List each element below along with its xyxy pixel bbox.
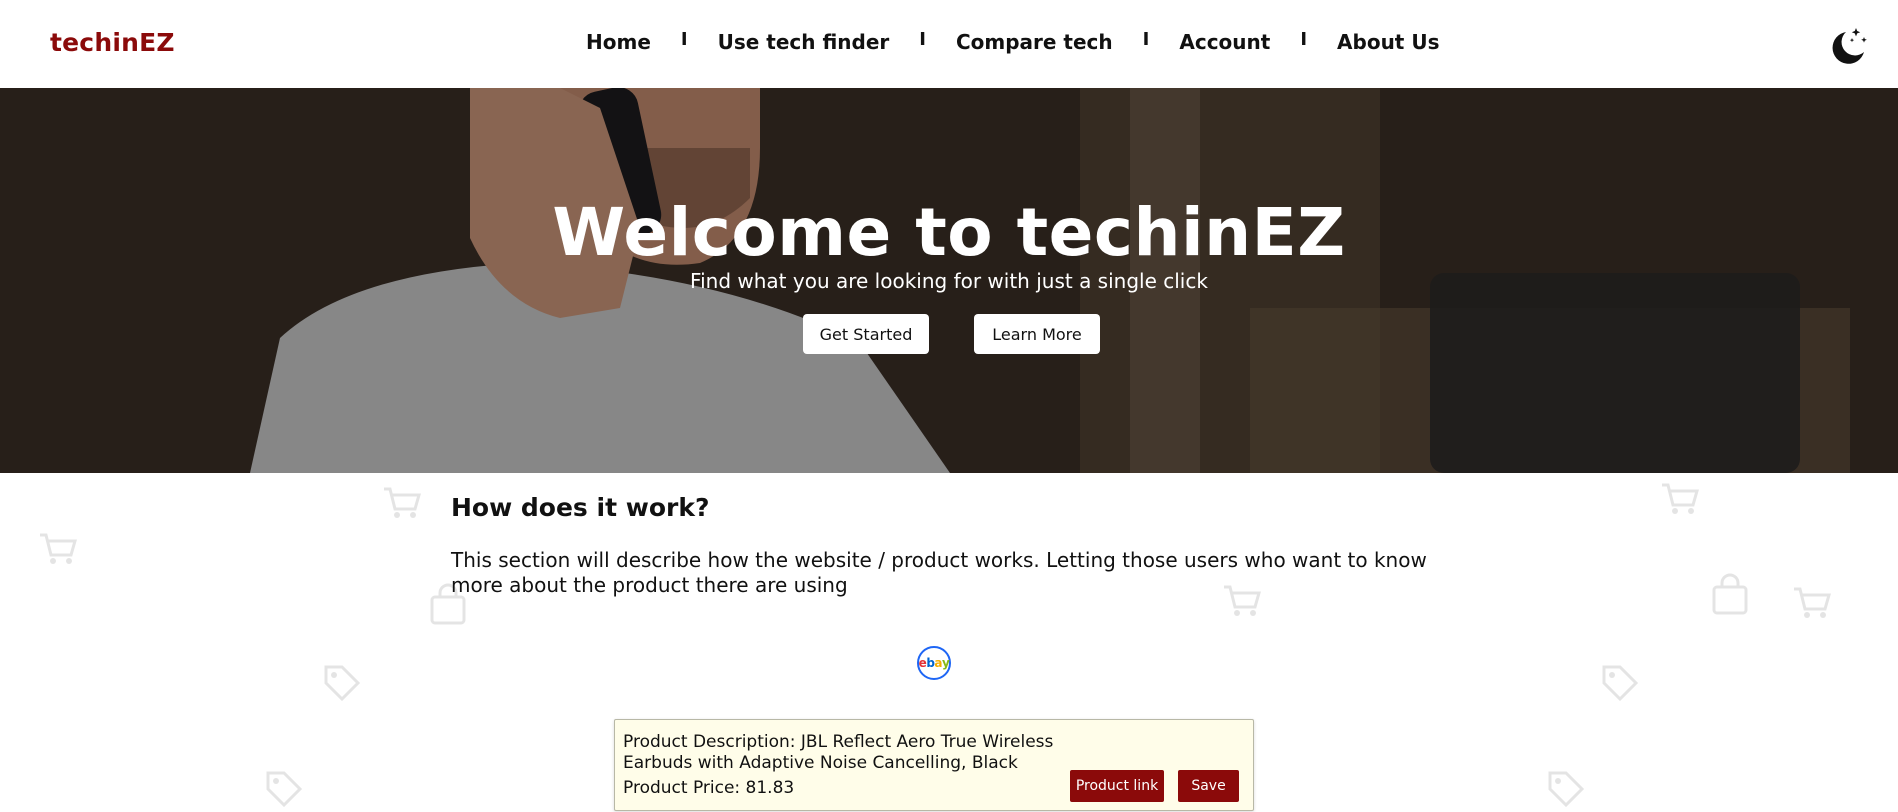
tag-watermark-icon	[1548, 771, 1585, 808]
ebay-letter-e: e	[918, 656, 927, 670]
cart-watermark-icon	[1662, 483, 1699, 514]
tag-watermark-icon	[1602, 665, 1639, 702]
product-description: Product Description: JBL Reflect Aero Tr…	[623, 732, 1054, 773]
learn-more-button[interactable]: Learn More	[974, 314, 1100, 354]
cart-watermark-icon	[40, 533, 77, 564]
cart-watermark-icon	[1794, 587, 1831, 618]
nav-home[interactable]: Home	[586, 30, 651, 54]
save-button[interactable]: Save	[1178, 770, 1239, 802]
get-started-button[interactable]: Get Started	[803, 314, 929, 354]
navbar: techinEZ Home I Use tech finder I Compar…	[0, 0, 1898, 88]
moon-stars-icon[interactable]	[1826, 24, 1870, 64]
main-nav: Home I Use tech finder I Compare tech I …	[586, 28, 1439, 55]
product-price: Product Price: 81.83	[623, 778, 795, 798]
nav-separator: I	[1300, 28, 1308, 50]
ebay-logo: ebay	[917, 646, 951, 680]
how-it-works-heading: How does it work?	[451, 493, 710, 522]
hero-subtitle: Find what you are looking for with just …	[690, 269, 1208, 293]
hero-title: Welcome to techinEZ	[552, 194, 1346, 271]
nav-use-tech-finder[interactable]: Use tech finder	[718, 30, 890, 54]
nav-compare-tech[interactable]: Compare tech	[956, 30, 1113, 54]
tag-watermark-icon	[266, 771, 303, 808]
nav-about-us[interactable]: About Us	[1337, 30, 1439, 54]
ebay-letter-b: b	[926, 656, 935, 670]
cart-watermark-icon	[384, 487, 421, 518]
ebay-letter-a: a	[934, 656, 943, 670]
product-card: Product Description: JBL Reflect Aero Tr…	[614, 719, 1254, 811]
hero-banner: Welcome to techinEZ Find what you are lo…	[0, 88, 1898, 473]
brand-logo[interactable]: techinEZ	[50, 28, 175, 57]
nav-separator: I	[1142, 28, 1150, 50]
tag-watermark-icon	[324, 665, 361, 702]
product-link-button[interactable]: Product link	[1070, 770, 1164, 802]
nav-separator: I	[680, 28, 688, 50]
how-it-works-text: This section will describe how the websi…	[451, 548, 1427, 597]
ebay-letter-y: y	[942, 656, 950, 670]
main-content: How does it work? This section will desc…	[0, 473, 1898, 812]
nav-account[interactable]: Account	[1179, 30, 1270, 54]
nav-separator: I	[919, 28, 926, 50]
bag-watermark-icon	[1712, 573, 1748, 615]
